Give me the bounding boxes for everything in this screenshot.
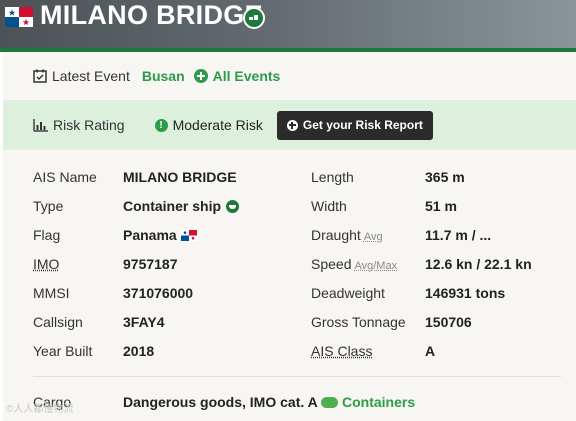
plus-circle-icon (286, 119, 298, 131)
cargo-containers-link[interactable]: Containers (321, 394, 415, 410)
risk-rating-label: Risk Rating (53, 117, 125, 133)
draught-avg-hint[interactable]: Avg (364, 231, 383, 243)
length-label: Length (311, 169, 354, 185)
ais-name-label: AIS Name (33, 169, 97, 185)
deadweight-value: 146931 tons (425, 285, 506, 301)
ship-type-icon (243, 7, 265, 29)
latest-event-label: Latest Event (52, 68, 130, 84)
flag-label: Flag (33, 227, 61, 243)
all-events-link[interactable]: All Events (193, 68, 281, 84)
info-icon: ! (154, 118, 168, 132)
length-value: 365 m (425, 169, 465, 185)
container-icon (321, 397, 338, 408)
year-built-label: Year Built (33, 343, 93, 359)
section-divider (33, 376, 561, 377)
bar-chart-icon (33, 118, 48, 132)
panama-flag-icon (180, 230, 197, 241)
draught-label: Draught Avg (311, 227, 383, 245)
year-built-value: 2018 (123, 343, 155, 359)
mmsi-label: MMSI (33, 285, 70, 301)
vessel-info-panel: Latest Event Busan All Events Risk Ratin… (3, 52, 576, 421)
type-value-text: Container ship (123, 198, 222, 214)
watermark: ©人人都懂物流 (6, 404, 74, 415)
mmsi-value: 371076000 (123, 285, 194, 301)
calendar-check-icon (33, 69, 47, 83)
draught-value: 11.7 m / ... (425, 227, 492, 243)
latest-event-row: Latest Event Busan All Events (3, 52, 576, 100)
callsign-value: 3FAY4 (123, 314, 165, 330)
callsign-label: Callsign (33, 314, 83, 330)
ais-class-value: A (425, 343, 436, 359)
latest-event-port-link[interactable]: Busan (142, 68, 185, 84)
risk-rating-row: Risk Rating ! Moderate Risk Get your Ris… (3, 100, 576, 150)
plus-circle-icon (193, 69, 208, 83)
speed-label-text: Speed (311, 256, 352, 272)
ais-class-label[interactable]: AIS Class (311, 343, 372, 359)
imo-value: 9757187 (123, 256, 178, 272)
vessel-title: MILANO BRIDGE (40, 0, 263, 30)
type-value: Container ship (123, 198, 240, 214)
deadweight-label: Deadweight (311, 285, 385, 301)
draught-label-text: Draught (311, 227, 361, 243)
width-value: 51 m (425, 198, 457, 214)
cargo-value: Dangerous goods, IMO cat. A (123, 394, 318, 410)
risk-level-label: Moderate Risk (172, 117, 263, 133)
gross-tonnage-value: 150706 (425, 314, 472, 330)
imo-label[interactable]: IMO (33, 256, 59, 272)
all-events-label: All Events (212, 68, 281, 84)
width-label: Width (311, 198, 347, 214)
speed-avg-max-hint[interactable]: Avg/Max (354, 260, 397, 272)
risk-report-button[interactable]: Get your Risk Report (276, 110, 433, 140)
panama-flag-icon (5, 7, 33, 27)
flag-value: Panama (123, 227, 197, 243)
ship-type-icon (226, 200, 240, 213)
cargo-containers-label: Containers (342, 394, 416, 410)
flag-value-text: Panama (123, 227, 177, 243)
type-label: Type (33, 198, 64, 214)
gross-tonnage-label: Gross Tonnage (311, 314, 406, 330)
ais-name-value: MILANO BRIDGE (123, 169, 237, 185)
risk-report-button-label: Get your Risk Report (302, 118, 423, 132)
speed-value: 12.6 kn / 22.1 kn (425, 256, 532, 272)
speed-label: Speed Avg/Max (311, 256, 397, 274)
risk-level: ! Moderate Risk (154, 117, 263, 133)
